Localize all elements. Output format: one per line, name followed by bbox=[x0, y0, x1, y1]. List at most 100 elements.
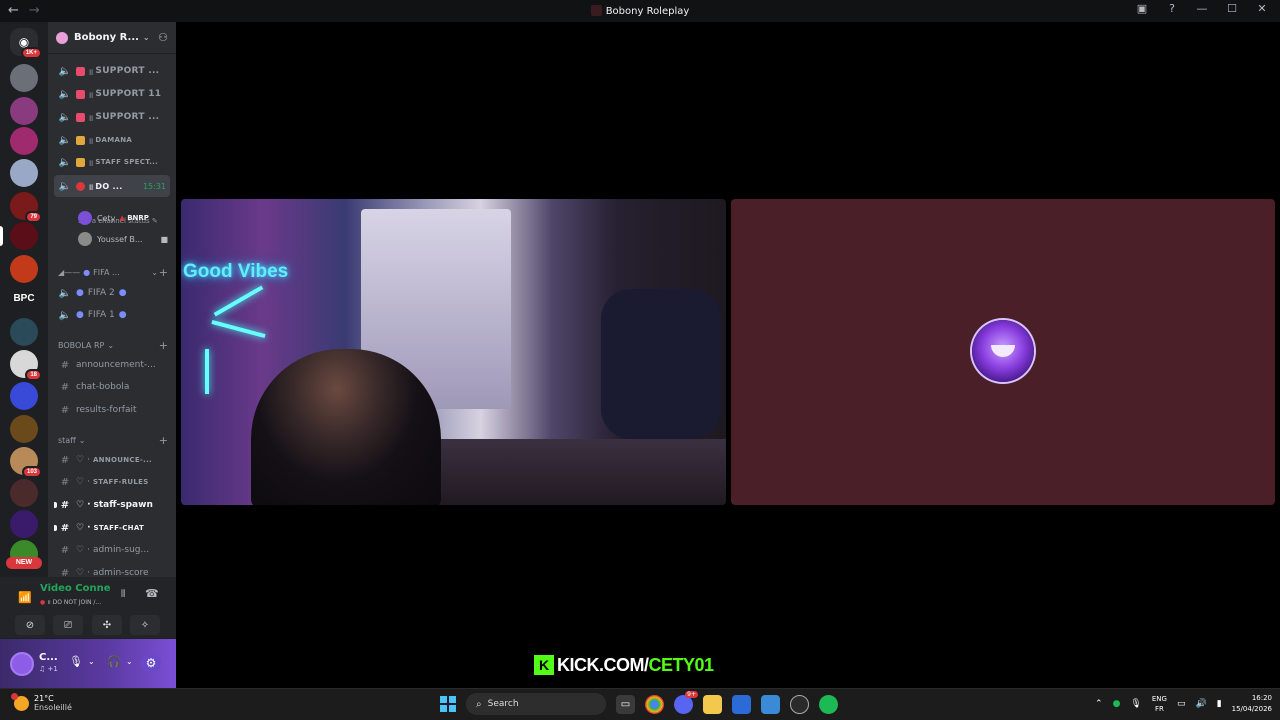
add-channel-icon[interactable]: + bbox=[159, 266, 168, 279]
volume-icon[interactable]: 🔊 bbox=[1195, 699, 1206, 709]
battery-icon[interactable]: ▮ bbox=[1217, 699, 1222, 709]
video-stage: Good Vibes K KICK.COM/CETY01 bbox=[176, 22, 1280, 688]
chrome-icon[interactable] bbox=[645, 694, 664, 714]
voice-channel[interactable]: 🔈 ॥ STAFF SPECT... bbox=[54, 152, 170, 172]
dot-icon: · bbox=[87, 500, 91, 510]
voice-channel[interactable]: 🔈 ॥ SUPPORT 11 bbox=[54, 84, 170, 104]
channel-name: SUPPORT 11 bbox=[95, 89, 162, 99]
voice-channel[interactable]: 🔈 ॥ SUPPORT ... bbox=[54, 107, 170, 127]
microphone-icon[interactable]: 🎙 bbox=[69, 655, 83, 668]
window-controls: ▣ ? — ☐ ✕ bbox=[1134, 2, 1270, 15]
server-icon[interactable]: 103 bbox=[10, 447, 42, 478]
task-view-icon[interactable]: ▭ bbox=[616, 694, 635, 714]
tray-app-icon[interactable]: ● bbox=[1113, 699, 1121, 709]
microphone-tray-icon[interactable]: 🎙 bbox=[1130, 699, 1141, 709]
disconnect-icon[interactable]: ☎ bbox=[145, 587, 159, 600]
guild-header[interactable]: Bobony R... ⌄ ⚇ bbox=[48, 22, 176, 54]
text-channel[interactable]: # ♡ · STAFF-RULES bbox=[54, 472, 170, 492]
add-channel-icon[interactable]: + bbox=[159, 339, 168, 352]
sos-emoji-icon bbox=[76, 66, 85, 76]
webcam-video-tile[interactable]: Good Vibes bbox=[181, 199, 726, 505]
app-icon[interactable] bbox=[732, 694, 751, 714]
weather-widget[interactable]: 21°C Ensoleillé bbox=[11, 692, 72, 712]
direct-messages-button[interactable]: ◉ 1K+ bbox=[10, 28, 42, 59]
server-icon[interactable] bbox=[10, 159, 38, 187]
voice-member[interactable]: Youssef B... ■ bbox=[78, 230, 170, 248]
noise-suppression-icon[interactable]: ⫴ bbox=[121, 589, 125, 600]
photos-icon[interactable] bbox=[761, 694, 780, 714]
discord-icon[interactable]: 9+ bbox=[674, 690, 698, 714]
minimize-icon[interactable]: — bbox=[1194, 2, 1210, 15]
category-bobola[interactable]: BOBOLA RP ⌄ + bbox=[58, 339, 168, 352]
inbox-icon[interactable]: ▣ bbox=[1134, 2, 1150, 15]
background-chair bbox=[601, 289, 721, 439]
server-icon[interactable] bbox=[10, 510, 38, 538]
active-voice-channel[interactable]: 🔈 ॥ DO ... 15:31 bbox=[54, 175, 170, 197]
soundboard-button[interactable]: ✧ bbox=[130, 615, 160, 635]
member-name: Youssef B... bbox=[97, 234, 143, 244]
avatar-face bbox=[991, 345, 1015, 357]
text-channel[interactable]: # ♡ · admin-score bbox=[54, 563, 170, 578]
chevron-down-icon[interactable]: ⌄ bbox=[88, 657, 95, 666]
language-switcher[interactable]: ENG FR bbox=[1152, 694, 1167, 714]
chevron-down-icon: ⌄ bbox=[107, 341, 115, 350]
server-icon[interactable] bbox=[10, 479, 38, 507]
server-icon[interactable] bbox=[10, 97, 38, 125]
text-channel-unread[interactable]: # ♡ · staff-spawn bbox=[54, 495, 170, 515]
voice-channel[interactable]: 🔈 ॥ DAMANA bbox=[54, 130, 170, 150]
server-icon[interactable] bbox=[10, 382, 38, 410]
settings-gear-icon[interactable]: ⚙ bbox=[141, 653, 161, 673]
camera-off-button[interactable]: ⊘ bbox=[15, 615, 45, 635]
close-icon[interactable]: ✕ bbox=[1254, 2, 1270, 15]
new-servers-badge[interactable]: NEW bbox=[6, 557, 42, 569]
voice-member[interactable]: Cety ▲ BNRP bbox=[78, 209, 170, 227]
file-explorer-icon[interactable] bbox=[703, 694, 722, 714]
server-icon[interactable]: 79 bbox=[10, 192, 42, 223]
network-icon[interactable]: ▭ bbox=[1177, 699, 1186, 709]
gift-emoji-icon bbox=[76, 135, 85, 145]
user-name: C... bbox=[39, 652, 58, 663]
headphones-icon[interactable]: 🎧 bbox=[107, 655, 121, 668]
category-fifa[interactable]: ◢—— ● FIFA ... ⌄ + bbox=[58, 266, 168, 279]
voice-channel-link[interactable]: ● ॥ DO NOT JOIN /... bbox=[40, 598, 101, 606]
screen-share-button[interactable]: ⎚ bbox=[53, 615, 83, 635]
maximize-icon[interactable]: ☐ bbox=[1224, 2, 1240, 15]
voice-channel[interactable]: 🔈 ● FIFA 1 ● bbox=[54, 305, 170, 325]
no-entry-emoji-icon: ● bbox=[40, 599, 46, 606]
invite-people-icon[interactable]: ⚇ bbox=[158, 31, 168, 44]
voice-channel[interactable]: 🔈 ॥ SUPPORT ... bbox=[54, 61, 170, 81]
text-channel[interactable]: # announcement-... bbox=[54, 355, 170, 375]
spotify-icon[interactable] bbox=[819, 694, 838, 714]
connection-signal-icon[interactable]: 📶 bbox=[18, 591, 32, 604]
text-channel[interactable]: # ♡ · ANNOUNCE-... bbox=[54, 450, 170, 470]
server-icon[interactable] bbox=[10, 64, 38, 92]
server-icon[interactable]: 18 bbox=[10, 350, 42, 381]
server-icon[interactable] bbox=[10, 255, 38, 283]
user-avatar[interactable] bbox=[10, 652, 34, 676]
app-icon[interactable] bbox=[790, 694, 809, 714]
activities-icon: ✣ bbox=[102, 619, 112, 631]
taskbar-search[interactable]: ⌕ Search bbox=[466, 693, 606, 715]
neon-light bbox=[205, 349, 209, 394]
text-channel-unread[interactable]: # ♡ · STAFF-CHAT bbox=[54, 518, 170, 538]
activities-button[interactable]: ✣ bbox=[92, 615, 122, 635]
voice-channel[interactable]: 🔈 ● FIFA 2 ● bbox=[54, 283, 170, 303]
add-channel-icon[interactable]: + bbox=[159, 434, 168, 447]
category-staff[interactable]: staff ⌄ + bbox=[58, 434, 168, 447]
server-bpc[interactable]: BPC bbox=[10, 284, 38, 312]
help-icon[interactable]: ? bbox=[1164, 2, 1180, 15]
text-channel[interactable]: # ♡ · admin-sug... bbox=[54, 540, 170, 560]
avatar-video-tile[interactable] bbox=[731, 199, 1275, 505]
kick-overlay: K KICK.COM/CETY01 bbox=[530, 652, 718, 678]
server-bobony[interactable] bbox=[10, 222, 38, 250]
server-icon[interactable] bbox=[10, 127, 38, 155]
clock[interactable]: 16:20 15/04/2026 bbox=[1232, 693, 1272, 715]
server-icon[interactable] bbox=[10, 415, 38, 443]
windows-start-icon[interactable] bbox=[440, 696, 456, 712]
channel-name: admin-score bbox=[92, 568, 149, 577]
text-channel[interactable]: # results-forfait bbox=[54, 400, 170, 420]
server-icon[interactable] bbox=[10, 318, 38, 346]
chevron-down-icon[interactable]: ⌄ bbox=[126, 657, 133, 666]
tray-overflow-icon[interactable]: ⌃ bbox=[1095, 699, 1103, 709]
text-channel[interactable]: # chat-bobola bbox=[54, 377, 170, 397]
